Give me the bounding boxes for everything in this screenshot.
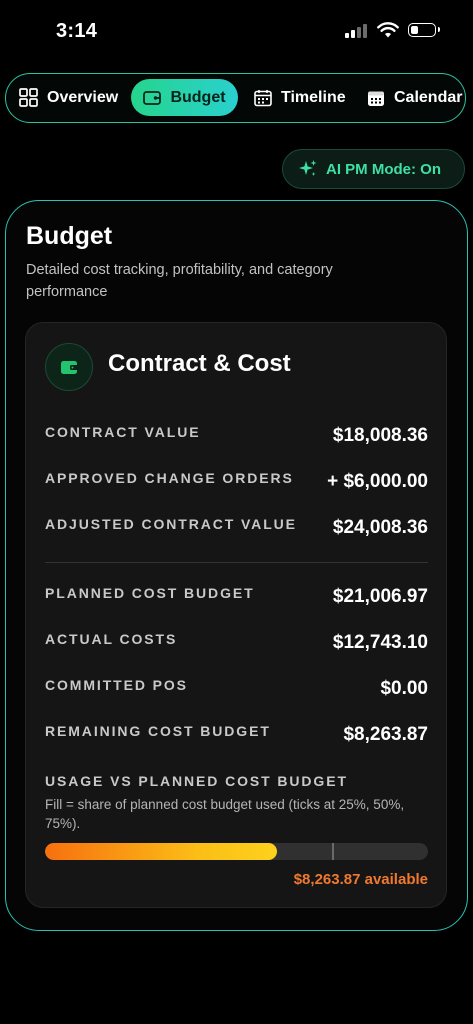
status-bar: 3:14 bbox=[0, 0, 473, 62]
tab-overview[interactable]: Overview bbox=[19, 79, 118, 116]
approved-change-orders-value: + $6,000.00 bbox=[327, 471, 428, 492]
page-subtitle: Detailed cost tracking, profitability, a… bbox=[26, 262, 333, 300]
committed-pos-label: COMMITTED POS bbox=[45, 677, 188, 693]
calendar-icon bbox=[368, 91, 384, 106]
card-title: Contract & Cost bbox=[108, 350, 291, 377]
divider bbox=[45, 562, 428, 563]
planned-cost-budget-label: PLANNED COST BUDGET bbox=[45, 585, 255, 601]
usage-label: USAGE VS PLANNED COST BUDGET bbox=[45, 773, 348, 789]
signal-icon bbox=[345, 24, 369, 38]
tab-calendar[interactable]: Calendar bbox=[367, 79, 462, 116]
contract-value-label: CONTRACT VALUE bbox=[45, 424, 201, 440]
calendar-grid-icon bbox=[254, 89, 272, 106]
status-time: 3:14 bbox=[56, 20, 98, 42]
usage-progress-fill bbox=[45, 843, 278, 860]
tab-label: Calendar bbox=[394, 88, 463, 106]
sparkle-icon bbox=[299, 160, 317, 176]
available-amount: $8,263.87 available bbox=[293, 871, 428, 888]
planned-cost-budget-value: $21,006.97 bbox=[332, 586, 428, 607]
tab-label: Overview bbox=[47, 88, 119, 106]
battery-icon bbox=[408, 23, 440, 37]
page-title: Budget bbox=[26, 222, 113, 250]
contract-value: $18,008.36 bbox=[332, 425, 428, 446]
ai-pm-mode-label: AI PM Mode: On bbox=[326, 160, 441, 178]
grid-icon bbox=[19, 88, 38, 107]
adjusted-contract-value: $24,008.36 bbox=[332, 517, 428, 538]
approved-change-orders-label: APPROVED CHANGE ORDERS bbox=[45, 470, 294, 486]
tab-label: Timeline bbox=[281, 88, 346, 106]
usage-note: Fill = share of planned cost budget used… bbox=[45, 797, 405, 831]
ai-pm-mode-toggle[interactable]: AI PM Mode: On bbox=[282, 149, 465, 189]
remaining-cost-budget-label: REMAINING COST BUDGET bbox=[45, 723, 271, 739]
tab-budget[interactable]: Budget bbox=[131, 79, 238, 116]
tab-timeline[interactable]: Timeline bbox=[254, 79, 346, 116]
section-tabs: Overview Budget Timeline Calendar bbox=[5, 73, 466, 123]
remaining-cost-budget-value: $8,263.87 bbox=[343, 724, 428, 745]
actual-costs-value: $12,743.10 bbox=[332, 632, 428, 653]
usage-tick bbox=[332, 843, 335, 860]
wallet-icon bbox=[61, 360, 78, 374]
wallet-icon bbox=[143, 90, 162, 105]
tab-label: Budget bbox=[170, 88, 226, 106]
committed-pos-value: $0.00 bbox=[380, 678, 428, 699]
adjusted-contract-value-label: ADJUSTED CONTRACT VALUE bbox=[45, 516, 297, 532]
wallet-badge bbox=[45, 343, 93, 391]
actual-costs-label: ACTUAL COSTS bbox=[45, 631, 178, 647]
wifi-icon bbox=[377, 22, 399, 38]
usage-progress-bar bbox=[45, 843, 428, 860]
